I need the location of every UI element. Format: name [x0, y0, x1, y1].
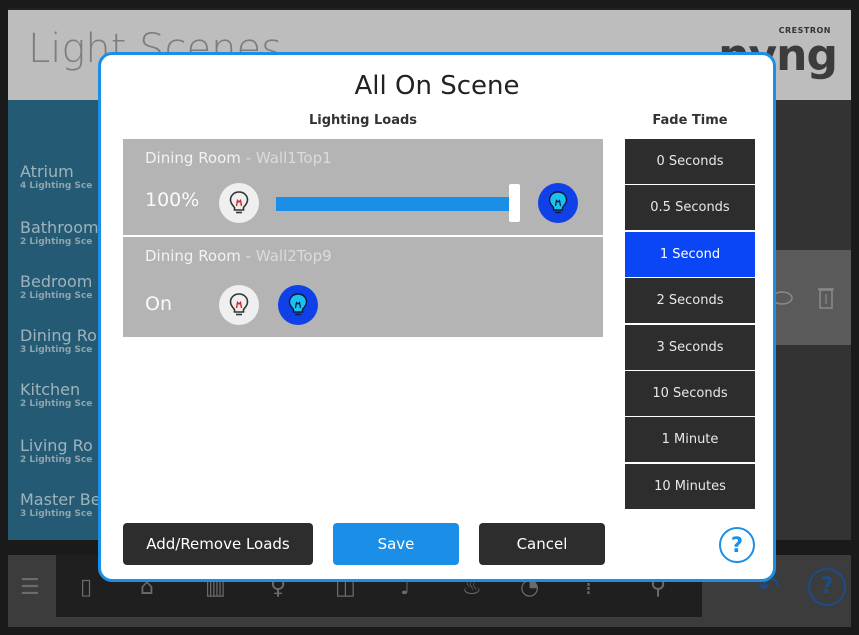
load-row: Dining Room - Wall2Top9 On: [123, 237, 603, 337]
load-row: Dining Room - Wall1Top1 100%: [123, 139, 603, 235]
load-name: Dining Room - Wall2Top9: [145, 247, 332, 265]
lightbulb-off-icon: [229, 191, 249, 214]
lightbulb-on-icon: [548, 191, 568, 214]
eye-icon[interactable]: [776, 288, 796, 308]
fade-option-1s[interactable]: 1 Second: [625, 231, 755, 277]
fade-option-0-5s[interactable]: 0.5 Seconds: [625, 185, 755, 231]
room-item[interactable]: Kitchen 2 Lighting Sce: [20, 380, 92, 409]
door-icon[interactable]: ▯: [80, 575, 92, 600]
room-item[interactable]: Dining Ro 3 Lighting Sce: [20, 326, 97, 355]
scene-row-selected[interactable]: [776, 250, 851, 345]
room-item[interactable]: Atrium 4 Lighting Sce: [20, 162, 92, 191]
menu-icon[interactable]: ☰: [20, 575, 40, 600]
slider-fill: [276, 197, 516, 211]
room-item[interactable]: Living Ro 2 Lighting Sce: [20, 436, 93, 465]
fade-option-10s[interactable]: 10 Seconds: [625, 370, 755, 416]
trash-icon[interactable]: [816, 284, 836, 310]
help-button[interactable]: ?: [719, 527, 755, 563]
lightbulb-on-icon: [288, 293, 308, 316]
fade-option-0s[interactable]: 0 Seconds: [625, 139, 755, 184]
lighting-loads-header: Lighting Loads: [308, 113, 418, 128]
load-level-value: On: [145, 293, 172, 315]
load-name: Dining Room - Wall1Top1: [145, 149, 332, 167]
load-room-name: Dining Room: [145, 149, 241, 167]
load-device-name: - Wall1Top1: [240, 149, 332, 167]
dim-level-slider[interactable]: [276, 197, 516, 211]
app-help-button[interactable]: ?: [808, 568, 846, 606]
dialog-title: All On Scene: [354, 71, 520, 101]
cancel-button[interactable]: Cancel: [479, 523, 605, 565]
load-room-name: Dining Room: [145, 247, 241, 265]
fade-option-2s[interactable]: 2 Seconds: [625, 278, 755, 324]
room-item[interactable]: Bathroom 2 Lighting Sce: [20, 218, 99, 247]
lightbulb-off-icon: [229, 293, 249, 316]
scene-edit-dialog: All On Scene Lighting Loads Fade Time Di…: [98, 52, 776, 582]
light-on-button[interactable]: [538, 183, 578, 223]
fade-option-3s[interactable]: 3 Seconds: [625, 324, 755, 370]
room-item[interactable]: Bedroom 2 Lighting Sce: [20, 272, 92, 301]
load-level-value: 100%: [145, 189, 200, 211]
load-device-name: - Wall2Top9: [240, 247, 332, 265]
fade-time-list: 0 Seconds 0.5 Seconds 1 Second 2 Seconds…: [625, 139, 755, 510]
add-remove-loads-button[interactable]: Add/Remove Loads: [123, 523, 313, 565]
room-item[interactable]: Master Be 3 Lighting Sce: [20, 490, 101, 519]
light-off-button[interactable]: [219, 285, 259, 325]
fade-option-1m[interactable]: 1 Minute: [625, 417, 755, 463]
save-button[interactable]: Save: [333, 523, 459, 565]
fade-time-header: Fade Time: [652, 113, 728, 128]
light-off-button[interactable]: [219, 183, 259, 223]
fade-option-10m[interactable]: 10 Minutes: [625, 463, 755, 509]
light-on-button[interactable]: [278, 285, 318, 325]
slider-handle[interactable]: [509, 184, 520, 222]
